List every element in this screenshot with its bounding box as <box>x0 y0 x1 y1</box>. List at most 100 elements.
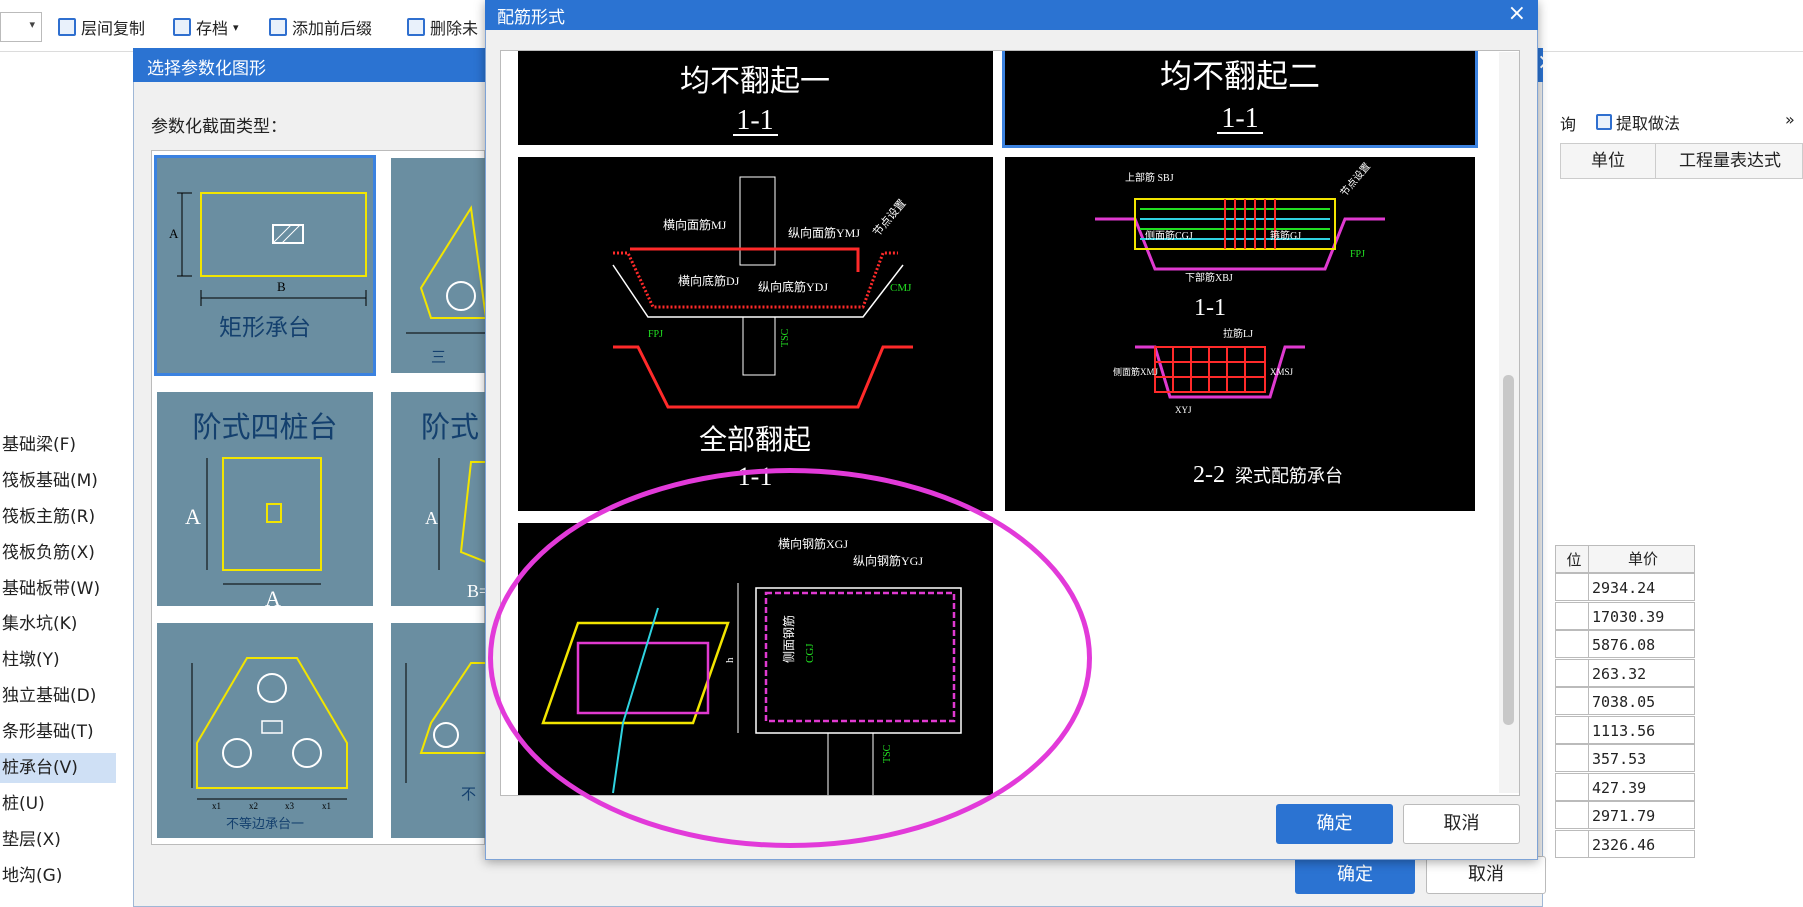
table-cell[interactable] <box>1555 829 1590 858</box>
rebar-option-beam-type-cap[interactable]: 上部筋 SBJ 侧面筋CGJ 箍筋GJ 下部筋XBJ FPJ 节点设置 1-1 … <box>1005 157 1475 511</box>
table-cell[interactable] <box>1555 801 1590 829</box>
rebar-option-all-raised[interactable]: 横向面筋MJ 纵向面筋YMJ 横向底筋DJ 纵向底筋YDJ CMJ TSC FP… <box>518 157 993 511</box>
column-expression[interactable]: 工程量表达式 <box>1656 144 1803 178</box>
rebar-label: 箍筋GJ <box>1270 229 1301 242</box>
price-cell[interactable]: 7038.05 <box>1588 687 1695 715</box>
table-cell[interactable] <box>1555 715 1590 744</box>
price-cell[interactable]: 5876.08 <box>1588 630 1695 658</box>
table-cell[interactable] <box>1555 744 1590 772</box>
dim-x2: x2 <box>249 801 258 811</box>
option-title: 梁式配筋承台 <box>1235 466 1343 486</box>
shape-triangle-cap[interactable]: 三 <box>391 158 486 373</box>
rebar-option-none-raised-1[interactable]: 均不翻起一 1-1 <box>518 51 993 145</box>
rebar-label: 下部筋XBJ <box>1185 271 1233 284</box>
rebar-label: FPJ <box>648 329 663 340</box>
delete-unused-button[interactable]: 删除未 <box>407 14 487 40</box>
unequal-cap-2-drawing <box>405 662 486 783</box>
nav-item-strip-foundation[interactable]: 条形基础(T) <box>0 717 116 747</box>
shape-stepped-cap-2[interactable]: 阶式 A B= <box>391 392 486 606</box>
table-cell[interactable] <box>1555 772 1590 801</box>
shape-label: 不 <box>461 786 477 803</box>
rebar-label: 拉筋LJ <box>1223 327 1253 340</box>
price-cell[interactable]: 2971.79 <box>1588 801 1695 829</box>
nav-item-trench[interactable]: 地沟(G) <box>0 861 116 891</box>
option-title: 均不翻起一 <box>680 65 830 98</box>
nav-item-column-pier[interactable]: 柱墩(Y) <box>0 645 116 675</box>
dim-a: A <box>169 226 179 241</box>
table-cell[interactable] <box>1555 687 1590 715</box>
price-cell[interactable]: 263.32 <box>1588 658 1695 687</box>
nav-item-raft-negative-rebar[interactable]: 筏板负筋(X) <box>0 538 116 568</box>
nav-item-pile-cap[interactable]: 桩承台(V) <box>0 753 116 783</box>
more-icon[interactable]: » <box>1785 110 1795 129</box>
dim-a: A <box>425 508 438 528</box>
section-label: 1-1 <box>1194 295 1226 321</box>
shape-unequal-cap-1[interactable]: x1 x2 x3 x1 不等边承台一 <box>157 623 373 838</box>
prefix-suffix-icon <box>269 18 287 36</box>
nav-item-isolated-foundation[interactable]: 独立基础(D) <box>0 681 116 711</box>
nav-item-cushion[interactable]: 垫层(X) <box>0 825 116 855</box>
parametric-cancel-button[interactable]: 取消 <box>1426 856 1546 894</box>
component-tree: 基础梁(F) 筏板基础(M) 筏板主筋(R) 筏板负筋(X) 基础板带(W) 集… <box>0 53 134 907</box>
shape-unequal-cap-2[interactable]: 不 <box>391 623 486 838</box>
dim-b: B <box>277 279 286 294</box>
nav-item-sump-pit[interactable]: 集水坑(K) <box>0 609 116 639</box>
table-cell[interactable] <box>1555 630 1590 658</box>
rebar-label: 横向面筋MJ <box>663 217 727 232</box>
nav-item-raft-foundation[interactable]: 筏板基础(M) <box>0 466 116 496</box>
extract-icon <box>1596 114 1612 130</box>
parametric-dialog-close-icon[interactable]: × <box>1537 50 1555 75</box>
shape-grid: A B 矩形承台 三 阶式四桩台 A A 阶式 A B= x1 x2 x3 x1… <box>151 150 486 845</box>
price-cell[interactable]: 17030.39 <box>1588 601 1695 630</box>
unequal-cap-drawing: x1 x2 x3 x1 <box>191 657 348 811</box>
rebar-label: FPJ <box>1350 249 1365 260</box>
price-cell[interactable]: 2934.24 <box>1588 573 1695 601</box>
nav-item-foundation-beam[interactable]: 基础梁(F) <box>0 430 116 460</box>
parametric-ok-button[interactable]: 确定 <box>1295 856 1415 894</box>
close-icon[interactable]: × <box>1508 1 1526 26</box>
reinforcement-cancel-button[interactable]: 取消 <box>1403 804 1520 844</box>
table-cell[interactable] <box>1555 573 1590 601</box>
nav-item-raft-main-rebar[interactable]: 筏板主筋(R) <box>0 502 116 532</box>
option-title: 均不翻起二 <box>1160 58 1320 94</box>
rebar-label: 侧面筋XMJ <box>1113 366 1159 377</box>
add-prefix-suffix-button[interactable]: 添加前后缀 <box>269 14 372 40</box>
shape-rect-cap[interactable]: A B 矩形承台 <box>154 155 376 376</box>
rebar-label: XYJ <box>1175 405 1192 415</box>
chevron-down-icon: ▾ <box>233 20 239 34</box>
shape-label: 三 <box>430 350 446 366</box>
dim-x1: x1 <box>322 801 331 811</box>
floor-dropdown[interactable]: ▾ <box>0 12 42 42</box>
option-2-drawing: 均不翻起二 1-1 <box>1160 58 1320 134</box>
shape-stepped-four-pile-cap[interactable]: 阶式四桩台 A A <box>157 392 373 606</box>
archive-button[interactable]: 存档 ▾ <box>173 14 239 40</box>
query-tab[interactable]: 询 <box>1560 111 1576 135</box>
section-type-label: 参数化截面类型： <box>151 117 287 137</box>
option-4-drawing: 上部筋 SBJ 侧面筋CGJ 箍筋GJ 下部筋XBJ FPJ 节点设置 1-1 … <box>1095 161 1385 488</box>
reinforcement-ok-button[interactable]: 确定 <box>1276 804 1393 844</box>
node-setting-label: 节点设置 <box>870 197 908 239</box>
shape-label: 不等边承台一 <box>225 816 304 831</box>
price-cell[interactable]: 1113.56 <box>1588 715 1695 744</box>
rebar-label: 纵向面筋YMJ <box>788 225 860 240</box>
rebar-label: XMSJ <box>1270 367 1294 377</box>
gallery-scroll-thumb[interactable] <box>1503 375 1514 725</box>
nav-item-foundation-strip[interactable]: 基础板带(W) <box>0 574 116 604</box>
dim-x3: x3 <box>285 801 295 811</box>
rebar-option-none-raised-2[interactable]: 均不翻起二 1-1 <box>1002 51 1478 148</box>
stepped-cap-2-drawing: A B= <box>425 458 486 601</box>
table-cell[interactable] <box>1555 658 1590 687</box>
chevron-down-icon: ▾ <box>29 18 35 31</box>
copy-between-floors-button[interactable]: 层间复制 <box>58 14 145 40</box>
dim-a: A <box>185 504 201 529</box>
extract-method-button[interactable]: 提取做法 <box>1596 110 1680 134</box>
table-cell[interactable] <box>1555 601 1590 630</box>
price-cell[interactable]: 427.39 <box>1588 772 1695 801</box>
dim-a: A <box>265 586 281 606</box>
archive-icon <box>173 18 191 36</box>
nav-item-pile[interactable]: 桩(U) <box>0 789 116 819</box>
column-unit[interactable]: 单位 <box>1561 144 1656 178</box>
price-cell[interactable]: 2326.46 <box>1588 829 1695 858</box>
section-label: 1-1 <box>736 105 773 136</box>
price-cell[interactable]: 357.53 <box>1588 744 1695 772</box>
